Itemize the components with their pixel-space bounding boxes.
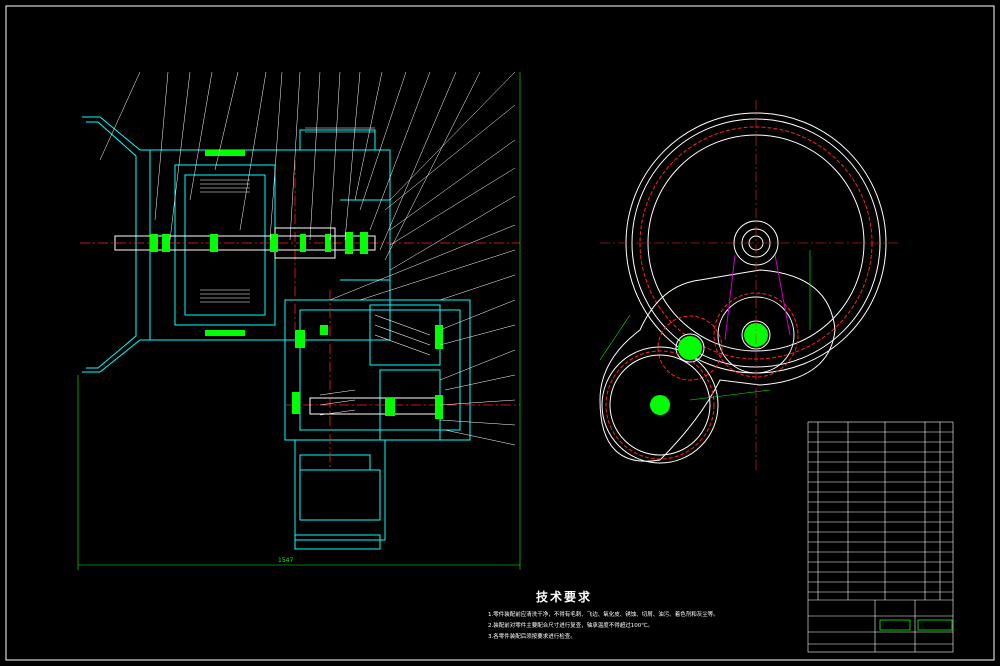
- gear-sections: [150, 150, 443, 419]
- gear-teeth: [200, 127, 431, 416]
- tech-title: 技术要求: [536, 590, 593, 604]
- section-view: [82, 116, 471, 550]
- tech-note-1: 1.零件装配前应清洗干净，不得有毛刺、飞边、氧化皮、锈蚀、切屑、油污、着色剂和灰…: [488, 612, 719, 618]
- tech-note-3: 3.各零件装配后须按要求进行检查。: [488, 634, 576, 640]
- overall-dimension: [77, 72, 521, 570]
- tech-note-2: 2.装配前对零件主要配合尺寸进行复查，轴承温度不得超过100℃。: [488, 623, 653, 629]
- end-view-fills: [650, 323, 768, 415]
- title-block: [807, 421, 954, 653]
- technical-requirements: 技术要求 1.零件装配前应清洗干净，不得有毛刺、飞边、氧化皮、锈蚀、切屑、油污、…: [488, 588, 719, 644]
- title-block-green: [879, 619, 953, 631]
- dimension-label: 1547: [278, 557, 293, 564]
- cad-drawing-canvas: 1547: [5, 5, 995, 661]
- end-view: [599, 112, 887, 464]
